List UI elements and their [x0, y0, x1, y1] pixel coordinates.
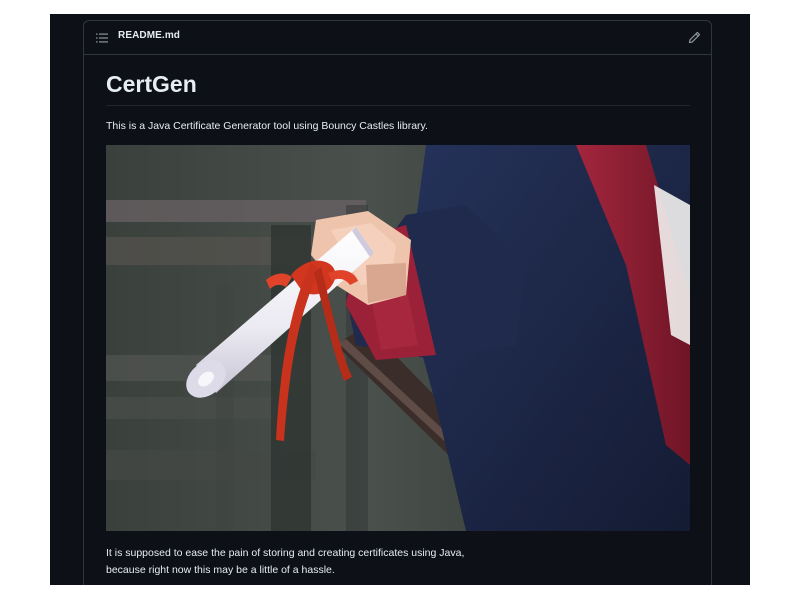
pencil-icon[interactable] — [688, 31, 701, 44]
diploma-photo-image — [106, 145, 690, 531]
readme-viewer: README.md CertGen This is a Java Certifi… — [50, 14, 750, 585]
description-line-2: because right now this may be a little o… — [106, 564, 335, 576]
description-line-1: It is supposed to ease the pain of stori… — [106, 547, 465, 559]
diploma-photo — [106, 145, 690, 531]
description-paragraph: It is supposed to ease the pain of stori… — [106, 545, 690, 579]
list-unordered-icon[interactable] — [96, 32, 108, 44]
page-title: CertGen — [106, 55, 690, 106]
readme-header: README.md — [84, 21, 711, 55]
readme-content: CertGen This is a Java Certificate Gener… — [106, 55, 690, 579]
intro-paragraph: This is a Java Certificate Generator too… — [106, 120, 428, 132]
readme-container: README.md CertGen This is a Java Certifi… — [83, 20, 712, 585]
readme-filename[interactable]: README.md — [118, 30, 180, 41]
